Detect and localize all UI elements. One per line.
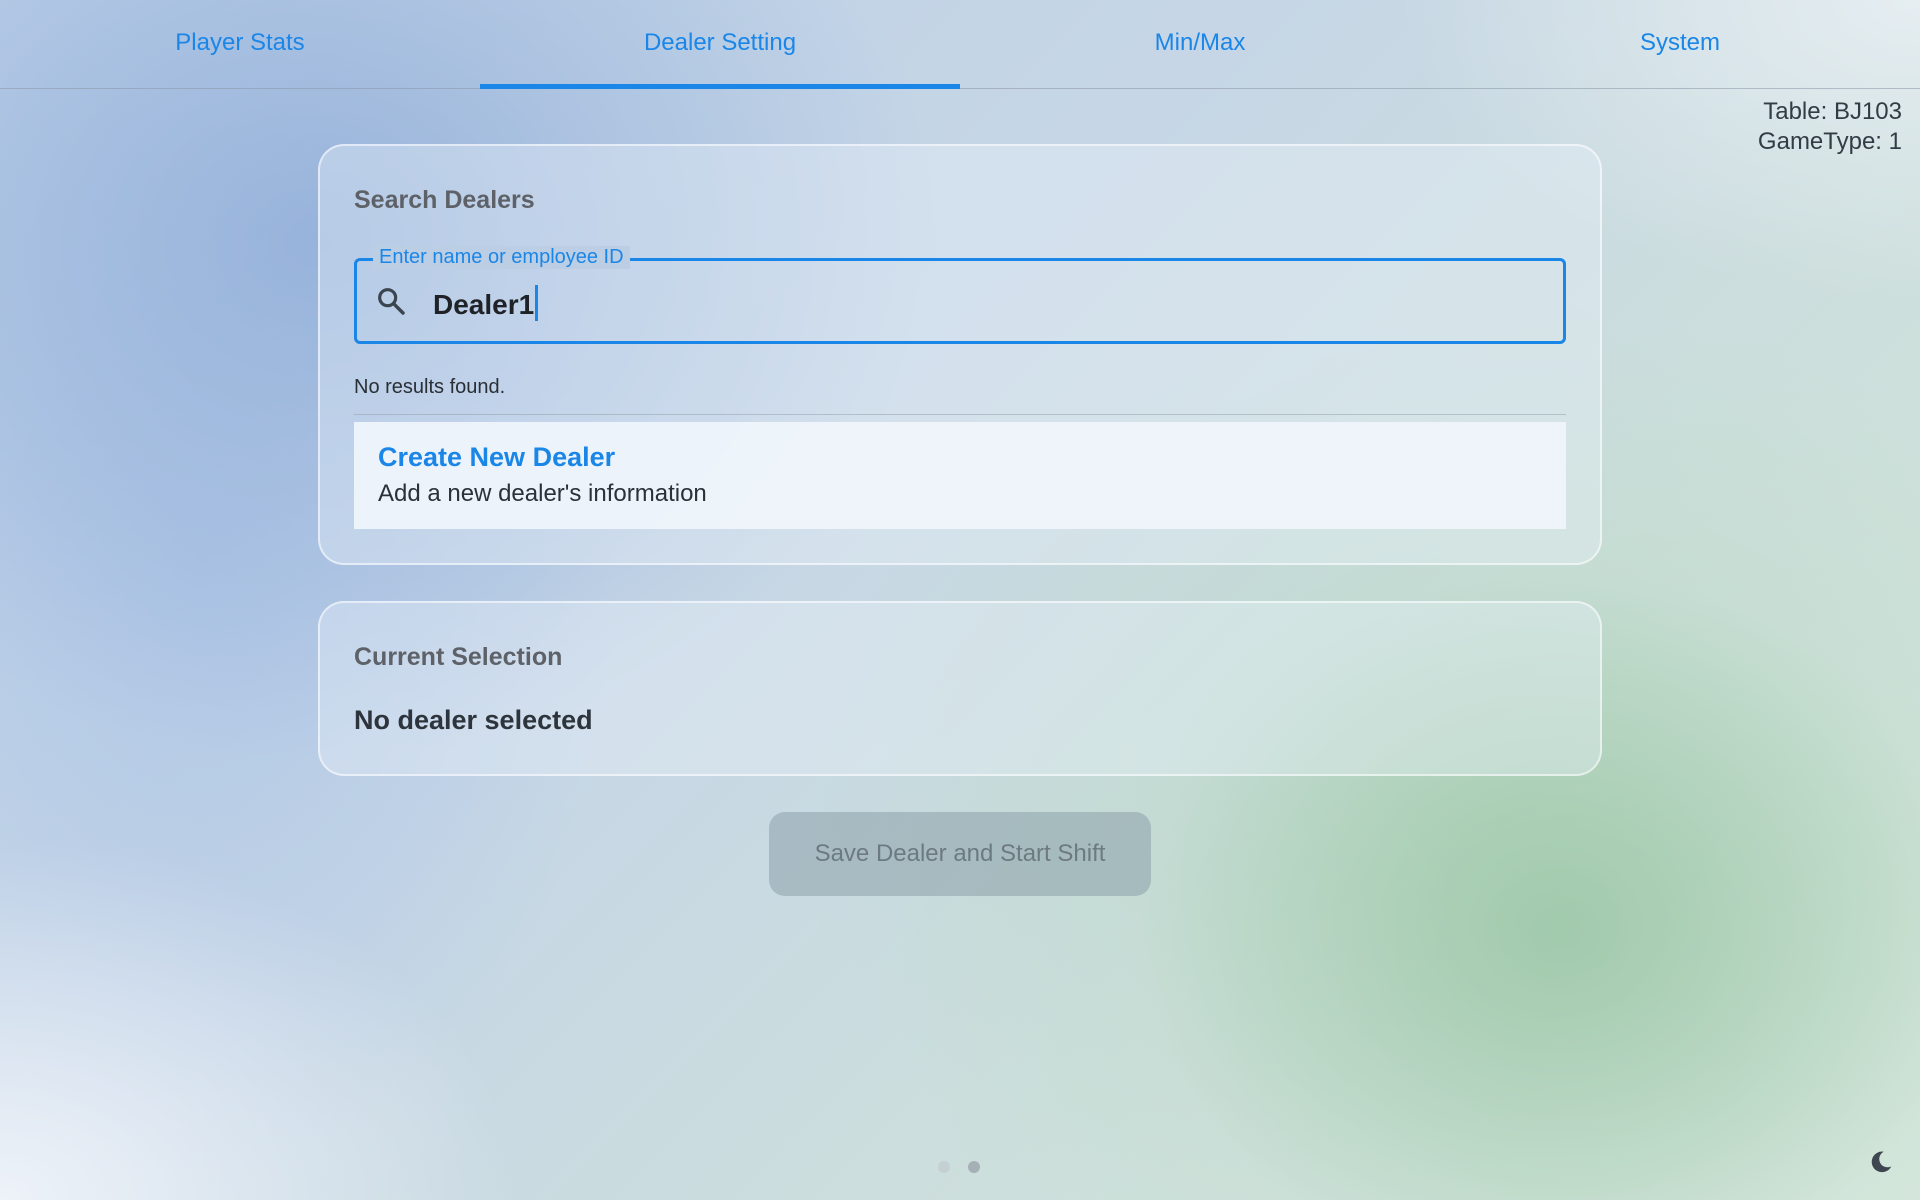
search-field-label: Enter name or employee ID	[373, 246, 630, 269]
tab-dealer-setting[interactable]: Dealer Setting	[480, 0, 960, 89]
page-indicator	[938, 1161, 980, 1173]
tab-system[interactable]: System	[1440, 0, 1920, 88]
save-dealer-button[interactable]: Save Dealer and Start Shift	[769, 812, 1151, 896]
search-input[interactable]: Dealer1	[433, 285, 539, 321]
table-id: Table: BJ103	[1763, 98, 1902, 125]
no-results-message: No results found.	[354, 376, 506, 398]
current-selection-value: No dealer selected	[354, 705, 593, 735]
tab-bar: Player Stats Dealer Setting Min/Max Syst…	[0, 0, 1920, 89]
search-icon	[378, 288, 405, 315]
page-dot-1[interactable]	[938, 1161, 950, 1173]
moon-icon[interactable]	[1868, 1149, 1894, 1175]
game-type: GameType: 1	[1757, 128, 1902, 155]
table-info: Table: BJ103 GameType: 1	[1758, 97, 1902, 157]
tab-min-max[interactable]: Min/Max	[960, 0, 1440, 88]
search-dealers-title: Search Dealers	[354, 186, 535, 214]
divider	[354, 414, 1566, 415]
dealer-search-field[interactable]: Enter name or employee ID Dealer1	[354, 246, 1566, 344]
current-selection-card: Current Selection No dealer selected	[318, 601, 1602, 776]
current-selection-title: Current Selection	[354, 643, 563, 671]
search-dealers-card: Search Dealers Enter name or employee ID…	[318, 144, 1602, 565]
page-dot-2[interactable]	[968, 1161, 980, 1173]
create-new-dealer-subtitle: Add a new dealer's information	[378, 480, 707, 507]
tab-player-stats[interactable]: Player Stats	[0, 0, 480, 88]
create-new-dealer-title: Create New Dealer	[378, 442, 616, 472]
create-new-dealer-button[interactable]: Create New Dealer Add a new dealer's inf…	[354, 422, 1566, 529]
text-caret	[535, 285, 539, 321]
